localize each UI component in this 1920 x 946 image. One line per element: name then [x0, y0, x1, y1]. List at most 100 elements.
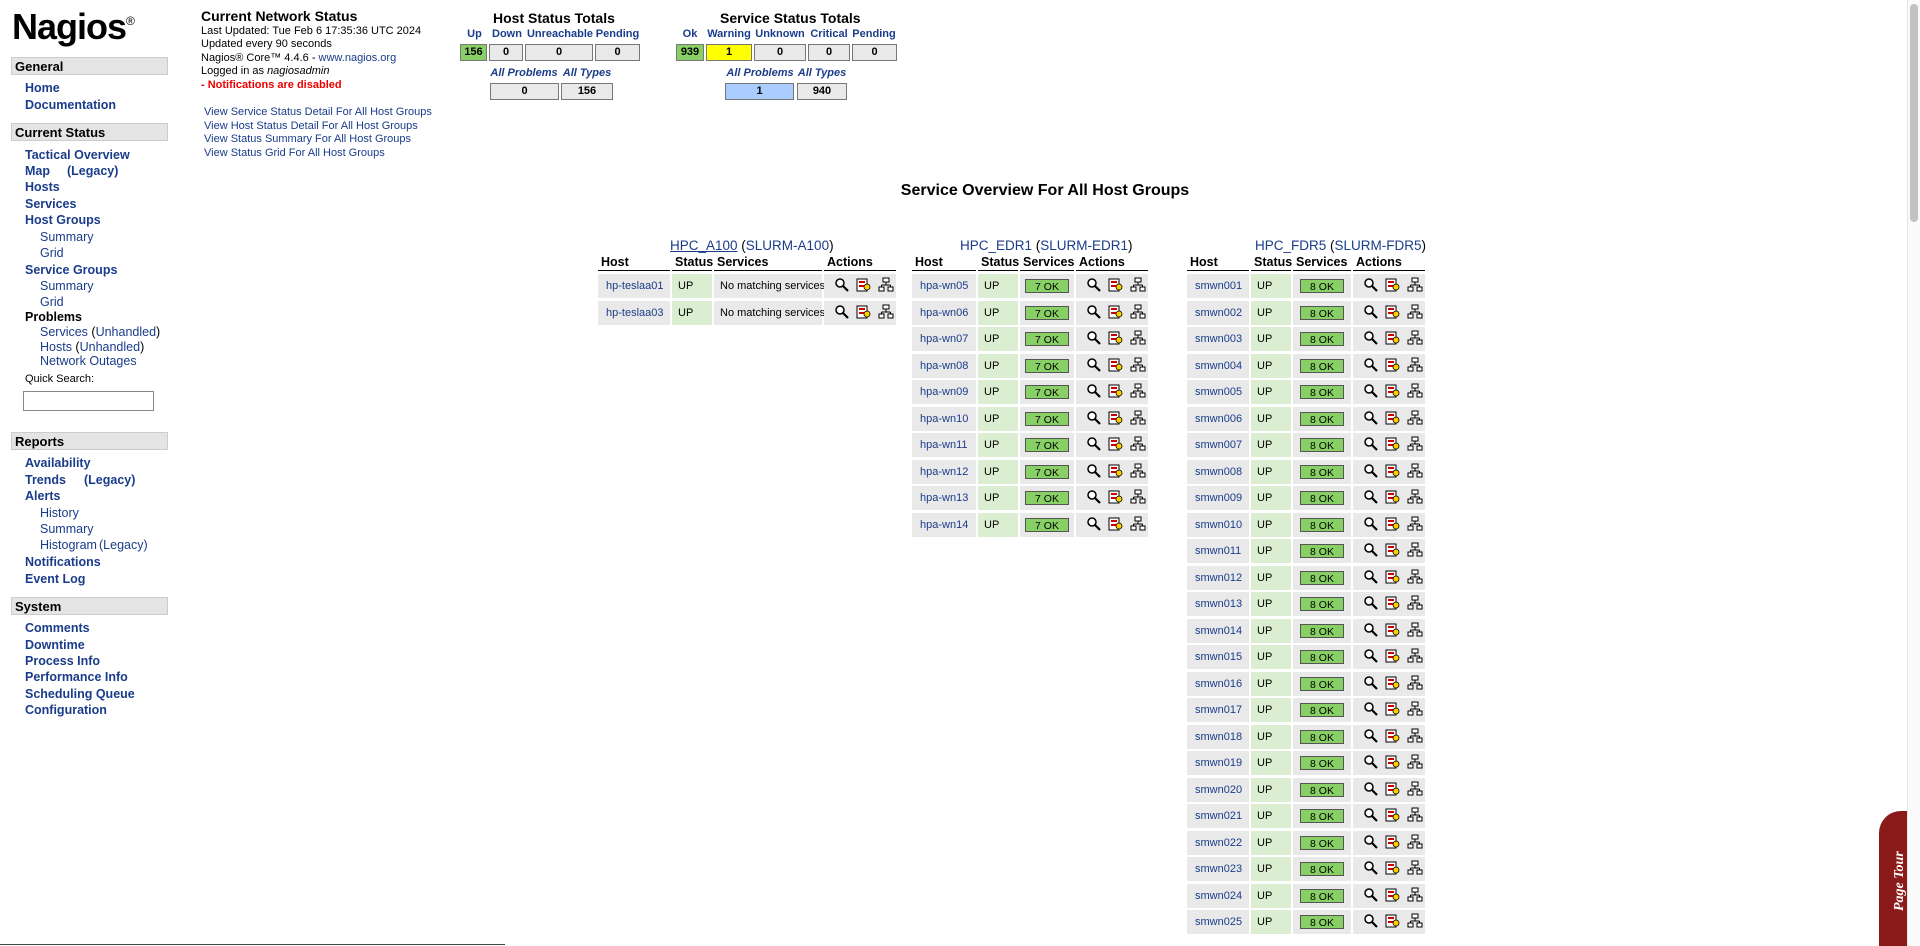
- magnifier-icon[interactable]: [1363, 807, 1379, 823]
- host-value-all-types[interactable]: 156: [561, 83, 613, 100]
- host-name-link[interactable]: smwn021: [1195, 810, 1242, 822]
- service-detail-icon[interactable]: [1385, 489, 1401, 505]
- svc-label-unknown[interactable]: Unknown: [754, 28, 806, 40]
- status-map-icon[interactable]: [1407, 383, 1423, 399]
- services-ok-badge[interactable]: 7 OK: [1025, 411, 1069, 426]
- services-ok-badge[interactable]: 8 OK: [1300, 650, 1344, 664]
- link-service-status-detail[interactable]: View Service Status Detail For All Host …: [204, 106, 432, 120]
- status-map-icon[interactable]: [1407, 913, 1423, 929]
- status-map-icon[interactable]: [1407, 516, 1423, 532]
- status-map-icon[interactable]: [1407, 807, 1423, 823]
- status-map-icon[interactable]: [1407, 463, 1423, 479]
- host-name-link[interactable]: hpa-wn12: [920, 466, 968, 478]
- host-name-link[interactable]: smwn001: [1195, 280, 1242, 292]
- status-map-icon[interactable]: [1130, 436, 1146, 452]
- host-value-down[interactable]: 0: [489, 44, 523, 61]
- service-detail-icon[interactable]: [1385, 410, 1401, 426]
- magnifier-icon[interactable]: [1363, 542, 1379, 558]
- magnifier-icon[interactable]: [1363, 489, 1379, 505]
- host-name-link[interactable]: smwn017: [1195, 704, 1242, 716]
- svc-value-ok[interactable]: 939: [676, 44, 704, 61]
- svc-value-unknown[interactable]: 0: [754, 44, 806, 61]
- status-map-icon[interactable]: [1407, 701, 1423, 717]
- nav-trends[interactable]: Trends: [25, 473, 66, 487]
- services-ok-badge[interactable]: 8 OK: [1300, 782, 1344, 797]
- magnifier-icon[interactable]: [1363, 357, 1379, 373]
- host-name-link[interactable]: smwn024: [1195, 890, 1242, 902]
- host-name-link[interactable]: hpa-wn08: [920, 360, 968, 372]
- link-status-summary[interactable]: View Status Summary For All Host Groups: [204, 133, 432, 147]
- service-detail-icon[interactable]: [1385, 330, 1401, 346]
- services-ok-badge[interactable]: 8 OK: [1300, 729, 1344, 744]
- magnifier-icon[interactable]: [1363, 648, 1379, 664]
- status-map-icon[interactable]: [878, 277, 894, 293]
- service-detail-icon[interactable]: [1385, 675, 1401, 691]
- host-name-link[interactable]: hp-teslaa01: [606, 280, 664, 292]
- nav-map-legacy[interactable]: (Legacy): [67, 164, 118, 178]
- host-name-link[interactable]: hpa-wn05: [920, 280, 968, 292]
- status-map-icon[interactable]: [1407, 330, 1423, 346]
- host-label-unreachable[interactable]: Unreachable: [525, 28, 595, 40]
- services-ok-badge[interactable]: 8 OK: [1300, 464, 1344, 479]
- host-name-link[interactable]: smwn007: [1195, 439, 1242, 451]
- services-ok-badge[interactable]: 7 OK: [1025, 517, 1069, 532]
- magnifier-icon[interactable]: [1363, 860, 1379, 876]
- services-ok-badge[interactable]: 7 OK: [1025, 279, 1069, 293]
- magnifier-icon[interactable]: [1363, 913, 1379, 929]
- status-map-icon[interactable]: [1130, 330, 1146, 346]
- magnifier-icon[interactable]: [1363, 754, 1379, 770]
- magnifier-icon[interactable]: [1086, 357, 1102, 373]
- nav-performance-info[interactable]: Performance Info: [25, 670, 128, 684]
- host-group-alias-link[interactable]: SLURM-A100: [746, 238, 829, 253]
- host-value-up[interactable]: 156: [460, 44, 487, 61]
- nav-host-groups-summary[interactable]: Summary: [40, 230, 93, 244]
- magnifier-icon[interactable]: [1086, 277, 1102, 293]
- nav-problems-services-unhandled[interactable]: Unhandled: [96, 325, 156, 339]
- host-group-alias-link[interactable]: SLURM-EDR1: [1040, 238, 1128, 253]
- services-ok-badge[interactable]: 8 OK: [1300, 332, 1344, 346]
- service-detail-icon[interactable]: [856, 304, 872, 320]
- services-ok-badge[interactable]: 8 OK: [1300, 915, 1344, 929]
- svc-value-all-types[interactable]: 940: [797, 83, 847, 100]
- host-name-link[interactable]: smwn008: [1195, 466, 1242, 478]
- magnifier-icon[interactable]: [1363, 436, 1379, 452]
- magnifier-icon[interactable]: [1363, 622, 1379, 638]
- nav-documentation[interactable]: Documentation: [25, 98, 116, 112]
- host-label-pending[interactable]: Pending: [595, 28, 640, 40]
- host-name-link[interactable]: hpa-wn07: [920, 333, 968, 345]
- status-map-icon[interactable]: [1407, 436, 1423, 452]
- status-map-icon[interactable]: [878, 304, 894, 320]
- nav-availability[interactable]: Availability: [25, 456, 91, 470]
- host-name-link[interactable]: smwn020: [1195, 784, 1242, 796]
- magnifier-icon[interactable]: [1363, 728, 1379, 744]
- host-name-link[interactable]: smwn014: [1195, 625, 1242, 637]
- quick-search-input[interactable]: [23, 391, 154, 411]
- magnifier-icon[interactable]: [1363, 304, 1379, 320]
- services-ok-badge[interactable]: 7 OK: [1025, 438, 1069, 452]
- status-map-icon[interactable]: [1407, 675, 1423, 691]
- services-ok-badge[interactable]: 7 OK: [1025, 464, 1069, 479]
- host-name-link[interactable]: hp-teslaa03: [606, 307, 664, 319]
- svc-label-all-problems[interactable]: All Problems: [725, 67, 795, 79]
- status-map-icon[interactable]: [1130, 516, 1146, 532]
- nav-scheduling-queue[interactable]: Scheduling Queue: [25, 687, 135, 701]
- status-map-icon[interactable]: [1407, 728, 1423, 744]
- status-map-icon[interactable]: [1407, 304, 1423, 320]
- magnifier-icon[interactable]: [1086, 436, 1102, 452]
- services-ok-badge[interactable]: 8 OK: [1300, 756, 1344, 770]
- host-name-link[interactable]: smwn013: [1195, 598, 1242, 610]
- vertical-scrollbar[interactable]: [1907, 0, 1920, 946]
- host-label-down[interactable]: Down: [489, 28, 525, 40]
- services-ok-badge[interactable]: 8 OK: [1300, 676, 1344, 691]
- service-detail-icon[interactable]: [1385, 701, 1401, 717]
- nav-problems-hosts-unhandled[interactable]: Unhandled: [80, 340, 140, 354]
- nav-trends-legacy[interactable]: (Legacy): [84, 473, 135, 487]
- service-detail-icon[interactable]: [1108, 410, 1124, 426]
- status-map-icon[interactable]: [1130, 277, 1146, 293]
- host-name-link[interactable]: hpa-wn13: [920, 492, 968, 504]
- magnifier-icon[interactable]: [1086, 463, 1102, 479]
- host-name-link[interactable]: smwn019: [1195, 757, 1242, 769]
- status-map-icon[interactable]: [1130, 383, 1146, 399]
- magnifier-icon[interactable]: [1363, 701, 1379, 717]
- host-name-link[interactable]: hpa-wn14: [920, 519, 968, 531]
